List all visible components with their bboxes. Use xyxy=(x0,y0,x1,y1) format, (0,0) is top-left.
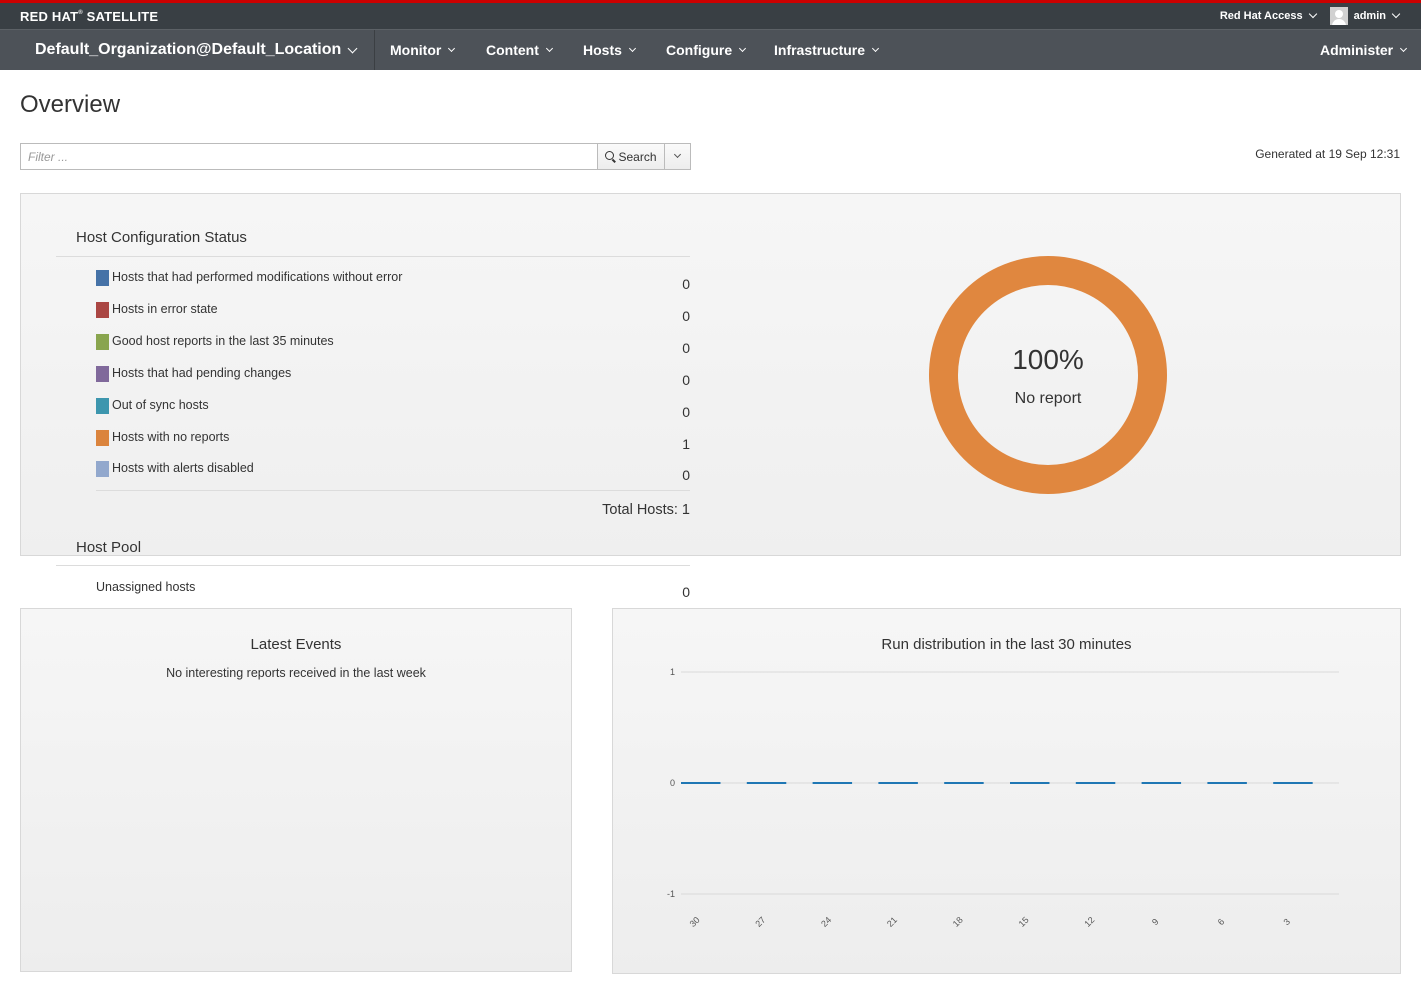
brand-product: SATELLITE xyxy=(86,9,159,24)
status-count[interactable]: 0 xyxy=(682,372,690,388)
x-tick-label: 27 xyxy=(753,915,767,929)
status-label[interactable]: Hosts that had performed modifications w… xyxy=(112,270,402,284)
nav-infrastructure-label: Infrastructure xyxy=(774,42,866,58)
red-hat-access-menu[interactable]: Red Hat Access xyxy=(1219,9,1317,22)
main-navbar: Default_Organization@Default_Location Mo… xyxy=(0,29,1421,70)
x-tick-label: 24 xyxy=(819,915,833,929)
chevron-down-icon xyxy=(628,44,636,52)
y-tick-label: -1 xyxy=(667,889,675,899)
status-count[interactable]: 0 xyxy=(682,276,690,292)
user-name: admin xyxy=(1353,10,1386,22)
search-icon xyxy=(605,151,615,160)
nav-configure[interactable]: Configure xyxy=(666,30,747,70)
legend-swatch xyxy=(96,270,109,286)
latest-events-card: Latest Events No interesting reports rec… xyxy=(20,608,572,972)
legend-swatch xyxy=(96,366,109,382)
x-tick-label: 30 xyxy=(688,915,702,929)
x-tick-label: 3 xyxy=(1282,917,1293,928)
host-pool-row: Unassigned hosts 0 xyxy=(96,580,690,600)
chevron-down-icon xyxy=(448,44,456,52)
status-row: Out of sync hosts 0 xyxy=(96,396,690,420)
legend-swatch xyxy=(96,398,109,414)
status-row: Hosts with alerts disabled 0 xyxy=(96,459,690,483)
chevron-down-icon xyxy=(739,44,747,52)
chevron-down-icon xyxy=(347,43,358,54)
nav-content-label: Content xyxy=(486,42,539,58)
status-label[interactable]: Hosts in error state xyxy=(112,302,218,316)
page-title: Overview xyxy=(20,91,121,118)
y-tick-label: 1 xyxy=(670,667,675,677)
x-tick-label: 6 xyxy=(1216,917,1227,928)
top-right-menu: Red Hat Access admin xyxy=(1219,5,1401,27)
top-bar: RED HAT® SATELLITE Red Hat Access admin xyxy=(0,3,1421,29)
x-tick-label: 21 xyxy=(885,915,899,929)
host-pool-title: Host Pool xyxy=(76,539,142,556)
x-tick-label: 15 xyxy=(1017,915,1031,929)
legend-swatch xyxy=(96,461,109,477)
nav-hosts[interactable]: Hosts xyxy=(583,30,636,70)
status-count[interactable]: 0 xyxy=(682,340,690,356)
generated-timestamp: Generated at 19 Sep 12:31 xyxy=(1255,147,1400,161)
search-input[interactable] xyxy=(20,143,598,170)
search-button-label: Search xyxy=(618,149,657,164)
red-hat-access-label: Red Hat Access xyxy=(1219,10,1303,22)
org-location-switcher[interactable]: Default_Organization@Default_Location xyxy=(0,30,375,70)
org-location-label: Default_Organization@Default_Location xyxy=(35,41,342,58)
chevron-down-icon xyxy=(673,150,682,159)
nav-administer-label: Administer xyxy=(1320,42,1394,58)
brand-logo[interactable]: RED HAT® SATELLITE xyxy=(20,9,158,24)
status-row: Hosts with no reports 1 xyxy=(96,428,690,452)
user-menu[interactable]: admin xyxy=(1316,7,1401,25)
x-tick-label: 9 xyxy=(1150,917,1161,928)
status-label[interactable]: Good host reports in the last 35 minutes xyxy=(112,334,334,348)
status-count[interactable]: 1 xyxy=(682,436,690,452)
avatar xyxy=(1329,7,1348,25)
nav-infrastructure[interactable]: Infrastructure xyxy=(774,30,880,70)
brand-name: RED HAT xyxy=(20,9,79,24)
latest-events-title: Latest Events xyxy=(250,636,342,653)
unassigned-hosts-label: Unassigned hosts xyxy=(96,580,196,594)
x-tick-label: 12 xyxy=(1082,915,1096,929)
nav-content[interactable]: Content xyxy=(486,30,553,70)
x-tick-label: 18 xyxy=(951,915,965,929)
legend-swatch xyxy=(96,302,109,318)
status-label[interactable]: Out of sync hosts xyxy=(112,398,209,412)
status-row: Hosts that had performed modifications w… xyxy=(96,268,690,292)
status-label[interactable]: Hosts with no reports xyxy=(112,430,229,444)
nav-monitor-label: Monitor xyxy=(390,42,442,58)
search-button[interactable]: Search xyxy=(597,143,665,170)
status-count[interactable]: 0 xyxy=(682,308,690,324)
latest-events-message: No interesting reports received in the l… xyxy=(166,666,426,680)
nav-administer[interactable]: Administer xyxy=(1320,30,1408,70)
status-row: Good host reports in the last 35 minutes… xyxy=(96,332,690,356)
status-row: Hosts in error state 0 xyxy=(96,300,690,324)
divider xyxy=(56,565,690,566)
donut-label: No report xyxy=(1014,390,1082,407)
status-label[interactable]: Hosts that had pending changes xyxy=(112,366,291,380)
bookmarks-dropdown-button[interactable] xyxy=(665,143,691,170)
run-distribution-chart: 1 0 -1 30 27 24 21 18 15 12 9 6 3 xyxy=(667,667,1339,929)
legend-swatch xyxy=(96,430,109,446)
legend-swatch xyxy=(96,334,109,350)
nav-hosts-label: Hosts xyxy=(583,42,622,58)
status-row: Hosts that had pending changes 0 xyxy=(96,364,690,388)
chevron-down-icon xyxy=(1400,44,1408,52)
brand-mark: ® xyxy=(78,10,83,16)
nav-monitor[interactable]: Monitor xyxy=(390,30,456,70)
host-config-title: Host Configuration Status xyxy=(76,229,247,246)
unassigned-hosts-count[interactable]: 0 xyxy=(682,584,690,600)
nav-configure-label: Configure xyxy=(666,42,733,58)
status-count[interactable]: 0 xyxy=(682,404,690,420)
status-label[interactable]: Hosts with alerts disabled xyxy=(112,461,254,475)
chevron-down-icon xyxy=(545,44,553,52)
status-count[interactable]: 0 xyxy=(682,467,690,483)
run-distribution-card: Run distribution in the last 30 minutes … xyxy=(612,608,1401,974)
divider xyxy=(56,256,690,257)
donut-percentage: 100% xyxy=(1012,344,1084,375)
chevron-down-icon xyxy=(1391,9,1401,19)
chevron-down-icon xyxy=(871,44,880,52)
divider xyxy=(96,490,690,491)
y-tick-label: 0 xyxy=(670,778,675,788)
total-hosts[interactable]: Total Hosts: 1 xyxy=(602,502,690,518)
